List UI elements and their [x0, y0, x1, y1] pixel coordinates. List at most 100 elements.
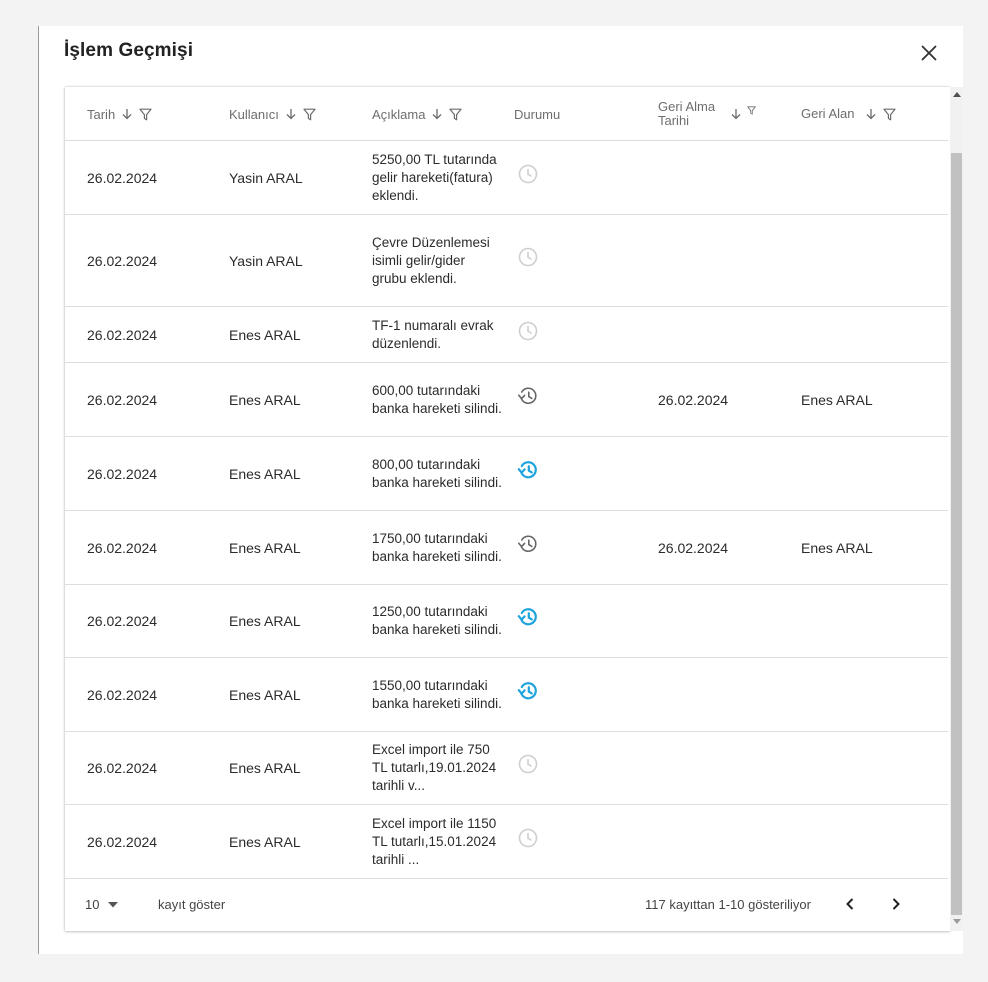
column-header-status[interactable]: Durumu [514, 87, 654, 141]
cell-user: Yasin ARAL [229, 215, 369, 306]
table-row[interactable]: 26.02.2024 Yasin ARAL 5250,00 TL tutarında… [65, 141, 948, 215]
cell-date: 26.02.2024 [87, 585, 227, 657]
filter-icon[interactable] [303, 108, 316, 121]
table-row[interactable]: 26.02.2024 Enes ARAL Excel import ile 1150… [65, 805, 948, 879]
desc-text: 5250,00 TL tutarında gelir hareketi(fatu… [372, 151, 497, 203]
close-icon [921, 45, 937, 61]
clock-icon [518, 754, 538, 774]
cell-desc: TF-1 numaralı evrak düzenlendi. [372, 307, 512, 362]
cell-user: Enes ARAL [229, 511, 369, 584]
page-size-value: 10 [85, 897, 100, 912]
page-size-select[interactable]: 10 [85, 897, 119, 912]
column-label: Tarih [87, 106, 116, 122]
user-text: Enes ARAL [229, 760, 301, 776]
scroll-thumb[interactable] [951, 153, 962, 915]
filter-icon[interactable] [139, 108, 152, 121]
restore-icon[interactable] [517, 606, 539, 628]
user-text: Enes ARAL [229, 686, 301, 703]
column-header-desc[interactable]: Açıklama [372, 87, 512, 141]
column-header-restore_date[interactable]: Geri Alma Tarihi [658, 87, 798, 141]
cell-restore-date [658, 805, 798, 878]
clock-icon [518, 164, 538, 183]
vertical-scrollbar[interactable] [950, 87, 963, 931]
sort-desc-icon[interactable] [865, 108, 877, 120]
cell-user: Enes ARAL [229, 732, 369, 804]
cell-date: 26.02.2024 [87, 732, 227, 804]
cell-restore-date [658, 585, 798, 657]
table-row[interactable]: 26.02.2024 Enes ARAL 1250,00 tutarındaki b… [65, 585, 948, 658]
clock-icon [518, 247, 538, 266]
dialog-title: İşlem Geçmişi [64, 40, 194, 61]
close-button[interactable] [918, 42, 940, 64]
history-icon [518, 535, 537, 552]
sort-desc-icon[interactable] [285, 108, 297, 120]
sort-desc-icon[interactable] [730, 108, 742, 120]
cell-restore-date [658, 307, 798, 362]
cell-restore-date: 26.02.2024 [658, 511, 798, 584]
cell-restored-by [801, 215, 941, 306]
column-header-user[interactable]: Kullanıcı [229, 87, 369, 141]
desc-text: 1750,00 tutarındaki banka hareketi silin… [372, 530, 502, 564]
table-row[interactable]: 26.02.2024 Yasin ARAL Çevre Düzenlemesi is… [65, 215, 948, 307]
desc-text: Excel import ile 750 TL tutarlı,19.01.20… [372, 742, 497, 793]
cell-desc: 1550,00 tutarındaki banka hareketi silin… [372, 658, 512, 731]
table-row[interactable]: 26.02.2024 Enes ARAL 1550,00 tutarındaki b… [65, 658, 948, 732]
table-row[interactable]: 26.02.2024 Enes ARAL 800,00 tutarındaki ba… [65, 437, 948, 511]
table-row[interactable]: 26.02.2024 Enes ARAL Excel import ile 750 … [65, 732, 948, 805]
cell-restored-by [801, 437, 941, 510]
restore-icon[interactable] [517, 680, 539, 702]
cell-restore-date [658, 215, 798, 306]
date-text: 26.02.2024 [87, 539, 158, 556]
table-row[interactable]: 26.02.2024 Enes ARAL TF-1 numaralı evrak d… [65, 307, 948, 363]
cell-desc: 800,00 tutarındaki banka hareketi silind… [372, 437, 512, 510]
user-text: Yasin ARAL [229, 169, 303, 186]
desc-text: 600,00 tutarındaki banka hareketi silind… [372, 382, 502, 416]
table-row[interactable]: 26.02.2024 Enes ARAL 1750,00 tutarındaki b… [65, 511, 948, 585]
cell-restored-by [801, 805, 941, 878]
cell-restore-date [658, 141, 798, 214]
cell-date: 26.02.2024 [87, 307, 227, 362]
history-table: Tarih Kullanıcı Açıklama Durumu Geri Alma Ta… [65, 87, 950, 931]
desc-text: TF-1 numaralı evrak düzenlendi. [372, 317, 494, 351]
scroll-down-arrow[interactable] [953, 919, 961, 924]
cell-user: Enes ARAL [229, 805, 369, 878]
date-text: 26.02.2024 [87, 465, 158, 482]
next-page-button[interactable] [885, 893, 907, 915]
sort-desc-icon[interactable] [121, 108, 133, 120]
cell-restored-by: Enes ARAL [801, 363, 941, 436]
filter-icon[interactable] [883, 108, 896, 121]
column-label: Durumu [514, 106, 561, 122]
sort-desc-icon[interactable] [431, 108, 443, 120]
cell-user: Enes ARAL [229, 658, 369, 731]
column-header-restored_by[interactable]: Geri Alan [801, 87, 941, 141]
date-text: 26.02.2024 [87, 613, 158, 629]
filter-icon[interactable] [747, 105, 756, 115]
restore-icon[interactable] [517, 459, 539, 481]
cell-restored-by: Enes ARAL [801, 511, 941, 584]
user-text: Enes ARAL [229, 613, 301, 629]
cell-status [514, 303, 657, 358]
cell-date: 26.02.2024 [87, 805, 227, 878]
column-label: Kullanıcı [229, 106, 279, 122]
user-text: Enes ARAL [229, 833, 301, 850]
filter-icon[interactable] [449, 108, 463, 121]
column-header-date[interactable]: Tarih [87, 87, 227, 141]
desc-text: 800,00 tutarındaki banka hareketi silind… [372, 456, 502, 490]
scroll-up-arrow[interactable] [953, 92, 961, 97]
cell-date: 26.02.2024 [87, 437, 227, 510]
cell-restored-by [801, 307, 941, 362]
cell-status [514, 137, 657, 210]
cell-restored-by [801, 732, 941, 804]
cell-user: Enes ARAL [229, 363, 369, 436]
column-label: Açıklama [372, 106, 426, 122]
restored-by-text: Enes ARAL [801, 391, 873, 408]
date-text: 26.02.2024 [87, 686, 158, 703]
restored-by-text: Enes ARAL [801, 539, 873, 556]
cell-date: 26.02.2024 [87, 141, 227, 214]
clock-icon [518, 828, 538, 847]
cell-date: 26.02.2024 [87, 215, 227, 306]
history-dialog: İşlem Geçmişi Tarih Kullanıcı Açıklama Duru… [39, 26, 963, 954]
cell-status [514, 801, 657, 874]
table-row[interactable]: 26.02.2024 Enes ARAL 600,00 tutarındaki ba… [65, 363, 948, 437]
prev-page-button[interactable] [839, 893, 861, 915]
